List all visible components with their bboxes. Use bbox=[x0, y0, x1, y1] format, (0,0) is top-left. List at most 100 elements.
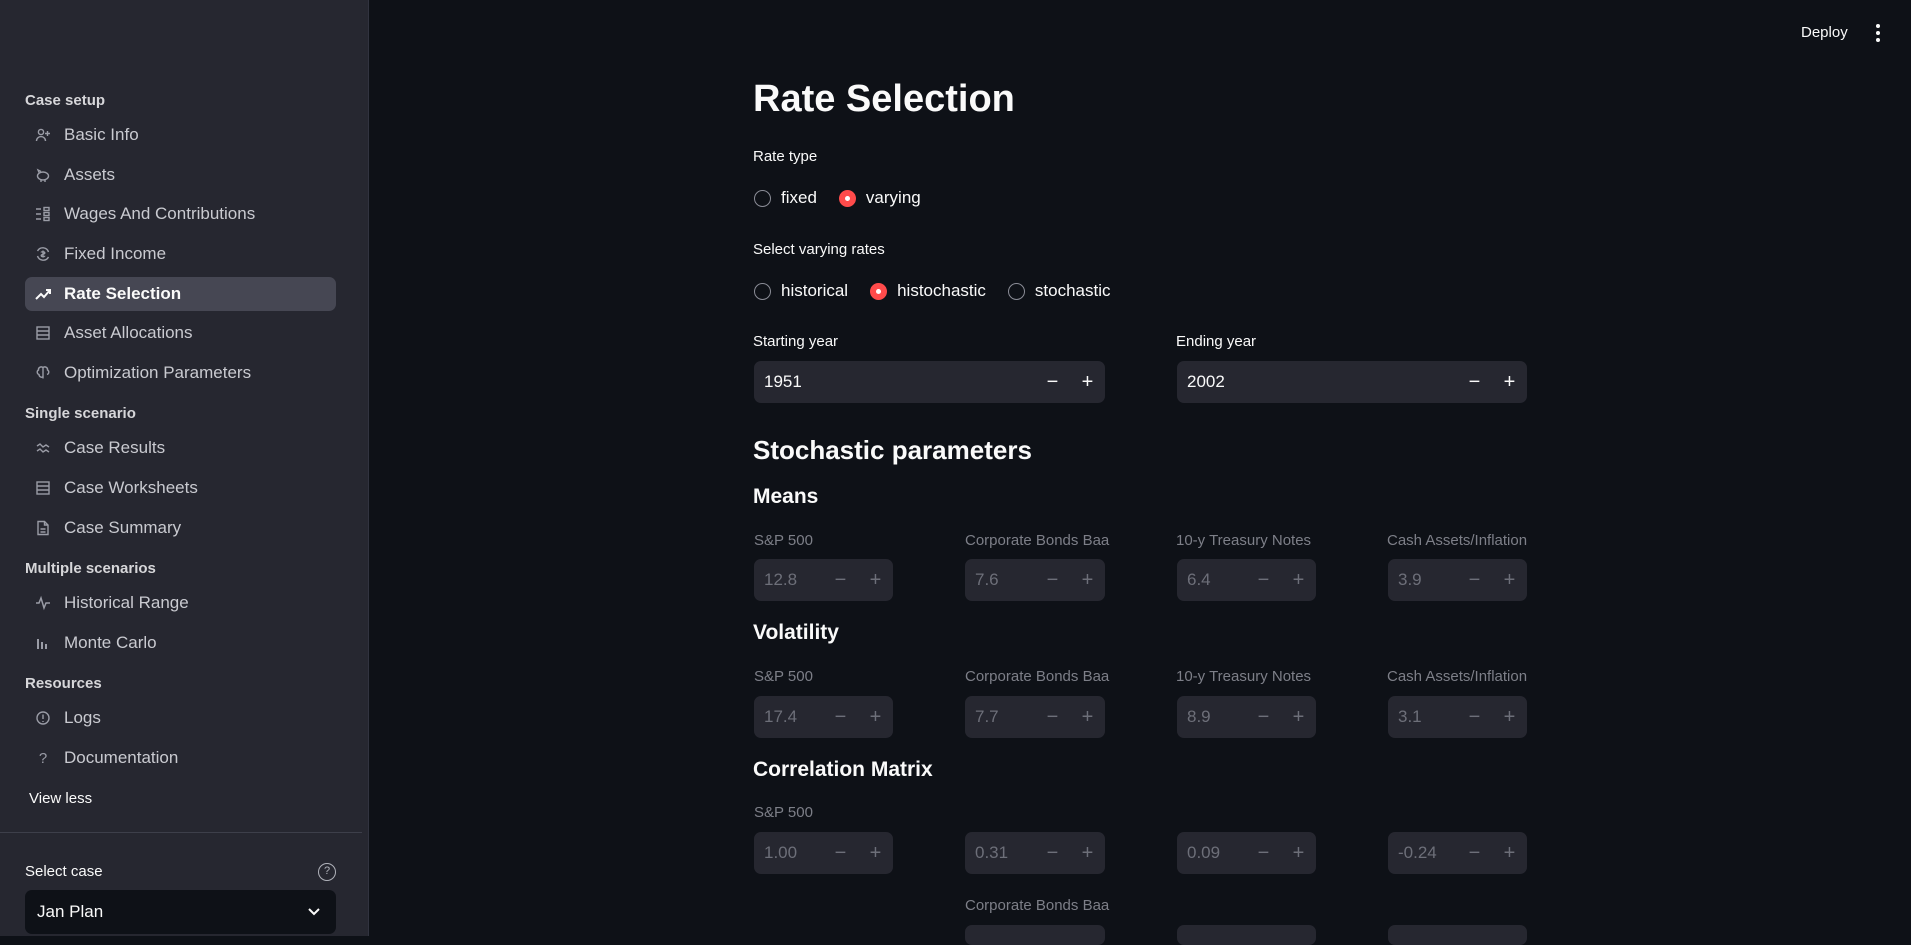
brain-icon bbox=[35, 365, 51, 381]
correlation-cell-partial bbox=[965, 925, 1105, 945]
field-label: 10-y Treasury Notes bbox=[1176, 532, 1312, 549]
field-label: S&P 500 bbox=[754, 532, 813, 549]
page-title: Rate Selection bbox=[753, 78, 1015, 120]
sidebar-item-case-worksheets[interactable]: Case Worksheets bbox=[25, 471, 336, 505]
sidebar-item-assets[interactable]: Assets bbox=[25, 158, 336, 192]
correlation-cell: -0.24 − + bbox=[1388, 832, 1527, 874]
sidebar-item-case-summary[interactable]: Case Summary bbox=[25, 511, 336, 545]
sidebar-item-fixed-income[interactable]: Fixed Income bbox=[25, 237, 336, 271]
pulse-icon bbox=[35, 595, 51, 611]
sidebar-item-asset-allocations[interactable]: Asset Allocations bbox=[25, 316, 336, 350]
field-value: 1.00 bbox=[764, 843, 798, 862]
radio-circle-selected bbox=[870, 282, 888, 300]
sidebar-item-monte-carlo[interactable]: Monte Carlo bbox=[25, 626, 336, 660]
sidebar-item-label: Logs bbox=[64, 708, 101, 727]
sidebar-item-basic-info[interactable]: Basic Info bbox=[25, 118, 336, 152]
sidebar-item-logs[interactable]: Logs bbox=[25, 701, 336, 735]
increment-button: + bbox=[1503, 841, 1516, 864]
decrement-button[interactable]: − bbox=[1457, 361, 1492, 403]
sidebar-item-optimization[interactable]: Optimization Parameters bbox=[25, 356, 336, 390]
field-value: 0.31 bbox=[975, 843, 1009, 862]
increment-button[interactable]: + bbox=[1492, 361, 1527, 403]
sidebar-item-documentation[interactable]: ? Documentation bbox=[25, 741, 336, 775]
sidebar-item-label: Documentation bbox=[64, 748, 179, 767]
section-single-scenario: Single scenario bbox=[25, 405, 136, 422]
sidebar-item-label: Historical Range bbox=[64, 593, 189, 612]
select-case-label: Select case bbox=[25, 863, 103, 880]
radio-circle bbox=[754, 282, 771, 300]
radio-varying[interactable]: varying bbox=[838, 188, 921, 208]
radio-fixed[interactable]: fixed bbox=[754, 188, 817, 208]
increment-button[interactable]: + bbox=[1070, 361, 1105, 403]
sidebar-item-wages[interactable]: Wages And Contributions bbox=[25, 197, 336, 231]
sidebar-item-label: Case Results bbox=[64, 438, 166, 457]
radio-label: varying bbox=[865, 188, 921, 207]
sidebar-item-label: Wages And Contributions bbox=[64, 204, 256, 223]
field-label: Corporate Bonds Baa bbox=[965, 532, 1110, 549]
question-icon: ? bbox=[38, 749, 48, 767]
list-icon bbox=[35, 206, 51, 222]
decrement-button: − bbox=[1468, 841, 1481, 864]
sidebar-item-label: Rate Selection bbox=[64, 284, 182, 303]
radio-historical[interactable]: historical bbox=[754, 281, 848, 301]
stochastic-parameters-heading: Stochastic parameters bbox=[753, 435, 1032, 465]
field-label: Cash Assets/Inflation bbox=[1387, 532, 1528, 549]
info-circle-icon bbox=[35, 710, 51, 726]
varying-rates-label: Select varying rates bbox=[753, 241, 885, 258]
field-value: 7.7 bbox=[975, 707, 999, 726]
sidebar-item-label: Basic Info bbox=[64, 125, 139, 144]
select-case-dropdown[interactable]: Jan Plan bbox=[25, 890, 336, 934]
bar-chart-icon bbox=[35, 635, 51, 651]
sidebar-item-label: Optimization Parameters bbox=[64, 363, 252, 382]
chevron-down-icon bbox=[306, 903, 322, 919]
correlation-cell: 0.31 − + bbox=[965, 832, 1105, 874]
increment-button: + bbox=[1503, 705, 1516, 728]
means-sp500-input: 12.8 − + bbox=[754, 559, 893, 601]
field-value: 7.6 bbox=[975, 570, 999, 589]
stacked-line-icon bbox=[35, 440, 51, 456]
starting-year-label: Starting year bbox=[753, 333, 839, 350]
piggy-bank-icon bbox=[35, 167, 51, 183]
decrement-button: − bbox=[1046, 841, 1059, 864]
increment-button: + bbox=[1503, 568, 1516, 591]
sidebar-item-label: Asset Allocations bbox=[64, 323, 193, 342]
kebab-icon[interactable] bbox=[1870, 22, 1886, 44]
radio-circle-selected bbox=[838, 189, 856, 207]
radio-histochastic[interactable]: histochastic bbox=[870, 281, 986, 301]
radio-label: stochastic bbox=[1034, 281, 1111, 300]
ending-year-label: Ending year bbox=[1176, 333, 1257, 350]
view-less-link[interactable]: View less bbox=[29, 790, 92, 807]
person-add-icon bbox=[35, 127, 51, 143]
means-heading: Means bbox=[753, 485, 819, 508]
starting-year-input[interactable]: 1951 − + bbox=[754, 361, 1105, 403]
sidebar-item-case-results[interactable]: Case Results bbox=[25, 431, 336, 465]
field-value: 3.9 bbox=[1398, 570, 1422, 589]
decrement-button[interactable]: − bbox=[1035, 361, 1070, 403]
volatility-treasury-input: 8.9 − + bbox=[1177, 696, 1316, 738]
sidebar-item-label: Case Worksheets bbox=[64, 478, 198, 497]
field-value: 3.1 bbox=[1398, 707, 1422, 726]
radio-label: fixed bbox=[781, 188, 817, 207]
rate-type-label: Rate type bbox=[753, 148, 818, 165]
radio-stochastic[interactable]: stochastic bbox=[1007, 281, 1111, 301]
section-multiple-scenarios: Multiple scenarios bbox=[25, 560, 156, 577]
section-resources: Resources bbox=[25, 675, 102, 692]
deploy-button[interactable]: Deploy bbox=[1801, 24, 1848, 41]
help-icon[interactable]: ? bbox=[318, 863, 336, 881]
decrement-button: − bbox=[834, 841, 847, 864]
field-value: 12.8 bbox=[764, 570, 798, 589]
decrement-button: − bbox=[1468, 705, 1481, 728]
decrement-button: − bbox=[834, 568, 847, 591]
increment-button: + bbox=[1292, 568, 1305, 591]
sidebar-item-rate-selection[interactable]: Rate Selection bbox=[25, 277, 336, 311]
field-label: 10-y Treasury Notes bbox=[1176, 668, 1312, 685]
sidebar-item-historical-range[interactable]: Historical Range bbox=[25, 586, 336, 620]
field-value: 17.4 bbox=[764, 707, 798, 726]
decrement-button: − bbox=[1257, 568, 1270, 591]
increment-button: + bbox=[1292, 841, 1305, 864]
sidebar-item-label: Monte Carlo bbox=[64, 633, 157, 652]
increment-button: + bbox=[1081, 841, 1094, 864]
ending-year-input[interactable]: 2002 − + bbox=[1177, 361, 1527, 403]
correlation-matrix-heading: Correlation Matrix bbox=[753, 758, 933, 781]
decrement-button: − bbox=[1468, 568, 1481, 591]
